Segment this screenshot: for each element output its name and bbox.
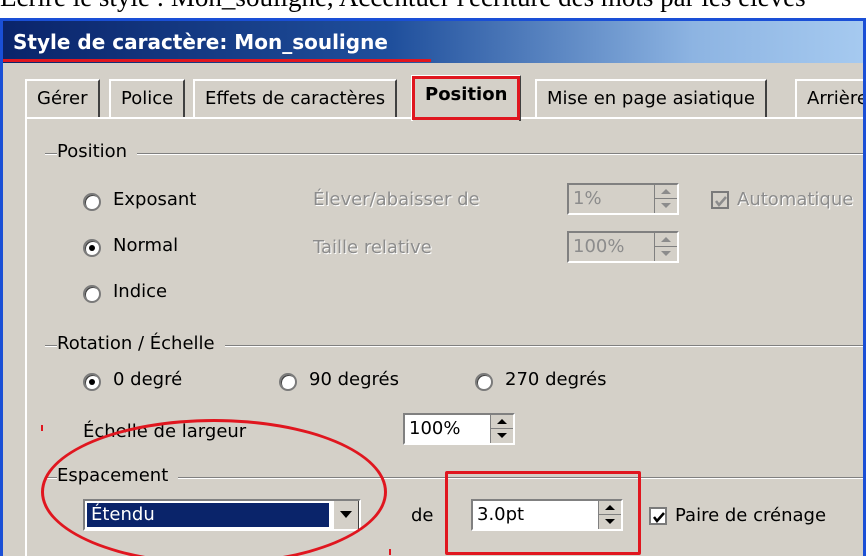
radio-normal[interactable] (83, 239, 101, 257)
position-group-label: Position (57, 141, 138, 162)
tab-gerer[interactable]: Gérer (25, 79, 100, 117)
width-scale-value: 100% (409, 418, 461, 439)
position-tab-panel: Position Exposant Normal Indice Élever/a… (25, 117, 863, 556)
spin-up-icon[interactable] (491, 415, 513, 429)
radio-0-degre[interactable] (83, 373, 101, 391)
kerning-checkbox[interactable] (649, 507, 667, 525)
spin-up-icon[interactable] (655, 185, 677, 199)
tab-position[interactable]: Position (411, 75, 522, 121)
kerning-label[interactable]: Paire de crénage (675, 505, 826, 526)
page-caption: Ecrire le style : Mon_souligné, Accentue… (0, 0, 866, 12)
relative-size-value: 100% (573, 236, 625, 257)
indice-label[interactable]: Indice (113, 281, 167, 302)
two-seventy-degree-label[interactable]: 270 degrés (505, 369, 606, 390)
ninety-degree-label[interactable]: 90 degrés (309, 369, 399, 390)
red-mark-annotation (389, 549, 391, 555)
relative-size-spinbox[interactable]: 100% (567, 231, 679, 263)
radio-exposant[interactable] (83, 193, 101, 211)
raise-lower-value: 1% (573, 188, 602, 209)
window-title: Style de caractère: Mon_souligne (3, 21, 863, 63)
spin-down-icon[interactable] (655, 247, 677, 260)
dialog-window: Style de caractère: Mon_souligne Gérer P… (0, 18, 866, 556)
position-group-line (45, 153, 863, 155)
spin-up-icon[interactable] (655, 233, 677, 247)
width-scale-spinbox[interactable]: 100% (403, 413, 515, 445)
tab-effets-caracteres[interactable]: Effets de caractères (193, 79, 398, 117)
relative-size-spin-buttons[interactable] (654, 233, 677, 261)
tab-arriere[interactable]: Arrière (795, 79, 863, 117)
de-label: de (411, 505, 434, 526)
check-mark-icon (653, 512, 665, 523)
red-mark-annotation (41, 425, 43, 431)
automatic-label[interactable]: Automatique (737, 189, 853, 210)
width-scale-spin-buttons[interactable] (490, 415, 513, 443)
raise-lower-label: Élever/abaisser de (313, 189, 480, 210)
exposant-label[interactable]: Exposant (113, 189, 196, 210)
radio-90-degres[interactable] (279, 373, 297, 391)
raise-lower-spin-buttons[interactable] (654, 185, 677, 213)
raise-lower-spinbox[interactable]: 1% (567, 183, 679, 215)
spacing-ellipse-annotation (41, 419, 387, 556)
rotation-group-label: Rotation / Échelle (57, 333, 225, 354)
spin-down-icon[interactable] (655, 199, 677, 212)
radio-270-degres[interactable] (475, 373, 493, 391)
check-mark-icon (715, 196, 727, 207)
automatic-checkbox[interactable] (711, 191, 729, 209)
relative-size-label: Taille relative (313, 237, 432, 258)
spin-down-icon[interactable] (491, 429, 513, 442)
radio-indice[interactable] (83, 285, 101, 303)
normal-label[interactable]: Normal (113, 235, 178, 256)
tab-mise-en-page-asiatique[interactable]: Mise en page asiatique (535, 79, 767, 117)
tab-police[interactable]: Police (109, 79, 186, 117)
zero-degree-label[interactable]: 0 degré (113, 369, 182, 390)
spacing-value-box-annotation (445, 471, 641, 555)
title-underline-annotation (3, 59, 431, 62)
